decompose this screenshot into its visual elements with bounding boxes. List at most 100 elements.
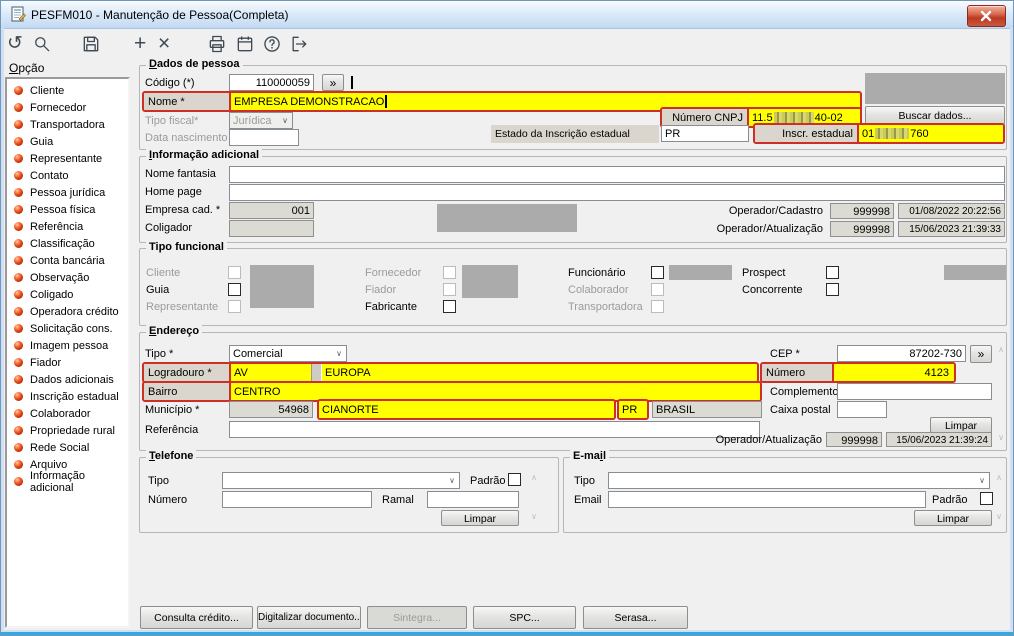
email-tipo-select[interactable]: ∨	[608, 472, 990, 489]
estado-ie-field[interactable]: PR	[661, 125, 749, 142]
help-icon[interactable]	[262, 34, 284, 56]
sidebar-item-dados-adicionais[interactable]: Dados adicionais	[7, 371, 128, 388]
funcional-guia-checkbox[interactable]	[228, 283, 241, 296]
sidebar-item-classificacao[interactable]: Classificação	[7, 235, 128, 252]
bullet-icon	[14, 205, 23, 214]
sidebar-item-fornecedor[interactable]: Fornecedor	[7, 99, 128, 116]
sidebar-item-rede-social[interactable]: Rede Social	[7, 439, 128, 456]
funcional-prospect-label: Prospect	[742, 267, 786, 279]
group-title: Dados de pessoa	[146, 58, 243, 70]
scroll-down-icon[interactable]: ∨	[995, 433, 1007, 442]
funcional-fiador-checkbox	[443, 283, 456, 296]
nome-fantasia-field[interactable]	[229, 166, 1005, 183]
funcional-concorrente-checkbox[interactable]	[826, 283, 839, 296]
operador-atualizacao-data: 15/06/2023 21:39:33	[898, 221, 1005, 237]
codigo-jump-button[interactable]: »	[322, 74, 344, 91]
cep-jump-button[interactable]: »	[970, 345, 992, 363]
telefone-tipo-select[interactable]: ∨	[222, 472, 460, 489]
group-informacao-adicional: Informação adicional Nome fantasia Home …	[139, 149, 1007, 243]
funcional-colaborador-checkbox	[651, 283, 664, 296]
endereco-limpar-button[interactable]: Limpar	[930, 417, 992, 433]
logradouro-field[interactable]: EUROPA	[322, 364, 757, 381]
sidebar-item-transportadora[interactable]: Transportadora	[7, 116, 128, 133]
scroll-up-icon[interactable]: ∧	[993, 473, 1005, 482]
home-page-label: Home page	[145, 186, 202, 198]
municipio-field[interactable]: CIANORTE	[319, 401, 614, 418]
sidebar-item-imagem-pessoa[interactable]: Imagem pessoa	[7, 337, 128, 354]
scroll-up-icon[interactable]: ∧	[995, 345, 1007, 354]
close-button[interactable]	[967, 5, 1006, 27]
funcional-funcionario-checkbox[interactable]	[651, 266, 664, 279]
funcional-fabricante-checkbox[interactable]	[443, 300, 456, 313]
telefone-numero-field[interactable]	[222, 491, 372, 508]
uf-field[interactable]: PR	[619, 401, 647, 418]
bullet-icon	[14, 171, 23, 180]
funcional-prospect-checkbox[interactable]	[826, 266, 839, 279]
exit-icon[interactable]	[289, 34, 311, 56]
scroll-down-icon[interactable]: ∨	[993, 512, 1005, 521]
funcional-representante-checkbox	[228, 300, 241, 313]
sidebar-item-representante[interactable]: Representante	[7, 150, 128, 167]
sidebar-item-conta-bancaria[interactable]: Conta bancária	[7, 252, 128, 269]
telefone-padrao-checkbox[interactable]	[508, 473, 521, 486]
sidebar-item-coligado[interactable]: Coligado	[7, 286, 128, 303]
sidebar-item-fiador[interactable]: Fiador	[7, 354, 128, 371]
serasa-button[interactable]: Serasa...	[583, 606, 688, 629]
bairro-field[interactable]: CENTRO	[231, 383, 760, 400]
sidebar-item-observacao[interactable]: Observação	[7, 269, 128, 286]
redacted-block	[669, 265, 732, 280]
sidebar-item-informacao-adicional[interactable]: Informação adicional	[7, 470, 128, 494]
numero-field[interactable]: 4123	[834, 364, 954, 381]
telefone-limpar-button[interactable]: Limpar	[441, 510, 519, 526]
email-padrao-checkbox[interactable]	[980, 492, 993, 505]
sidebar-item-cliente[interactable]: Cliente	[7, 82, 128, 99]
data-nascimento-field[interactable]	[229, 129, 299, 146]
caixa-postal-field[interactable]	[837, 401, 887, 418]
funcional-funcionario-label: Funcionário	[568, 267, 626, 279]
funcional-concorrente-label: Concorrente	[742, 284, 803, 296]
add-icon[interactable]: +	[134, 33, 156, 56]
ramal-field[interactable]	[427, 491, 519, 508]
group-title: Telefone	[146, 450, 197, 462]
email-limpar-button[interactable]: Limpar	[914, 510, 992, 526]
scroll-up-icon[interactable]: ∧	[528, 473, 540, 482]
logradouro-tipo-field[interactable]: AV	[231, 364, 311, 381]
calendar-icon[interactable]	[235, 34, 257, 56]
sidebar-item-propriedade-rural[interactable]: Propriedade rural	[7, 422, 128, 439]
sintegra-button: Sintegra...	[367, 606, 467, 629]
sidebar-item-inscricao-estadual[interactable]: Inscrição estadual	[7, 388, 128, 405]
coligador-label: Coligador	[145, 222, 193, 234]
cep-label: CEP *	[770, 348, 800, 360]
option-list[interactable]: Cliente Fornecedor Transportadora Guia R…	[5, 77, 130, 628]
scroll-down-icon[interactable]: ∨	[528, 512, 540, 521]
bullet-icon	[14, 375, 23, 384]
save-icon[interactable]	[81, 34, 103, 56]
undo-icon[interactable]: ↺	[7, 34, 29, 56]
sidebar-item-operadora-credito[interactable]: Operadora crédito	[7, 303, 128, 320]
email-field[interactable]	[608, 491, 926, 508]
search-icon[interactable]	[32, 34, 54, 56]
home-page-field[interactable]	[229, 184, 1005, 201]
sidebar-item-pessoa-fisica[interactable]: Pessoa física	[7, 201, 128, 218]
sidebar-item-pessoa-juridica[interactable]: Pessoa jurídica	[7, 184, 128, 201]
endereco-tipo-select[interactable]: Comercial ∨	[229, 345, 347, 362]
redacted-block	[250, 265, 314, 308]
ie-field[interactable]: 01 760	[859, 125, 1003, 142]
spc-button[interactable]: SPC...	[473, 606, 576, 629]
sidebar-item-contato[interactable]: Contato	[7, 167, 128, 184]
complemento-field[interactable]	[837, 383, 992, 400]
logradouro-row-highlight: Logradouro * AV EUROPA	[142, 362, 759, 383]
sidebar-item-colaborador[interactable]: Colaborador	[7, 405, 128, 422]
funcional-cliente-checkbox	[228, 266, 241, 279]
print-icon[interactable]	[207, 34, 229, 56]
digitalizar-documento-button[interactable]: Digitalizar documento...	[257, 606, 361, 629]
sidebar-item-guia[interactable]: Guia	[7, 133, 128, 150]
bullet-icon	[14, 358, 23, 367]
sidebar-item-solicitacao-cons[interactable]: Solicitação cons.	[7, 320, 128, 337]
cep-field[interactable]: 87202-730	[837, 345, 966, 362]
delete-icon[interactable]: ×	[158, 33, 180, 56]
funcional-fornecedor-label: Fornecedor	[365, 267, 422, 279]
sidebar-item-referencia[interactable]: Referência	[7, 218, 128, 235]
consulta-credito-button[interactable]: Consulta crédito...	[140, 606, 253, 629]
codigo-field[interactable]: 110000059	[229, 74, 314, 91]
